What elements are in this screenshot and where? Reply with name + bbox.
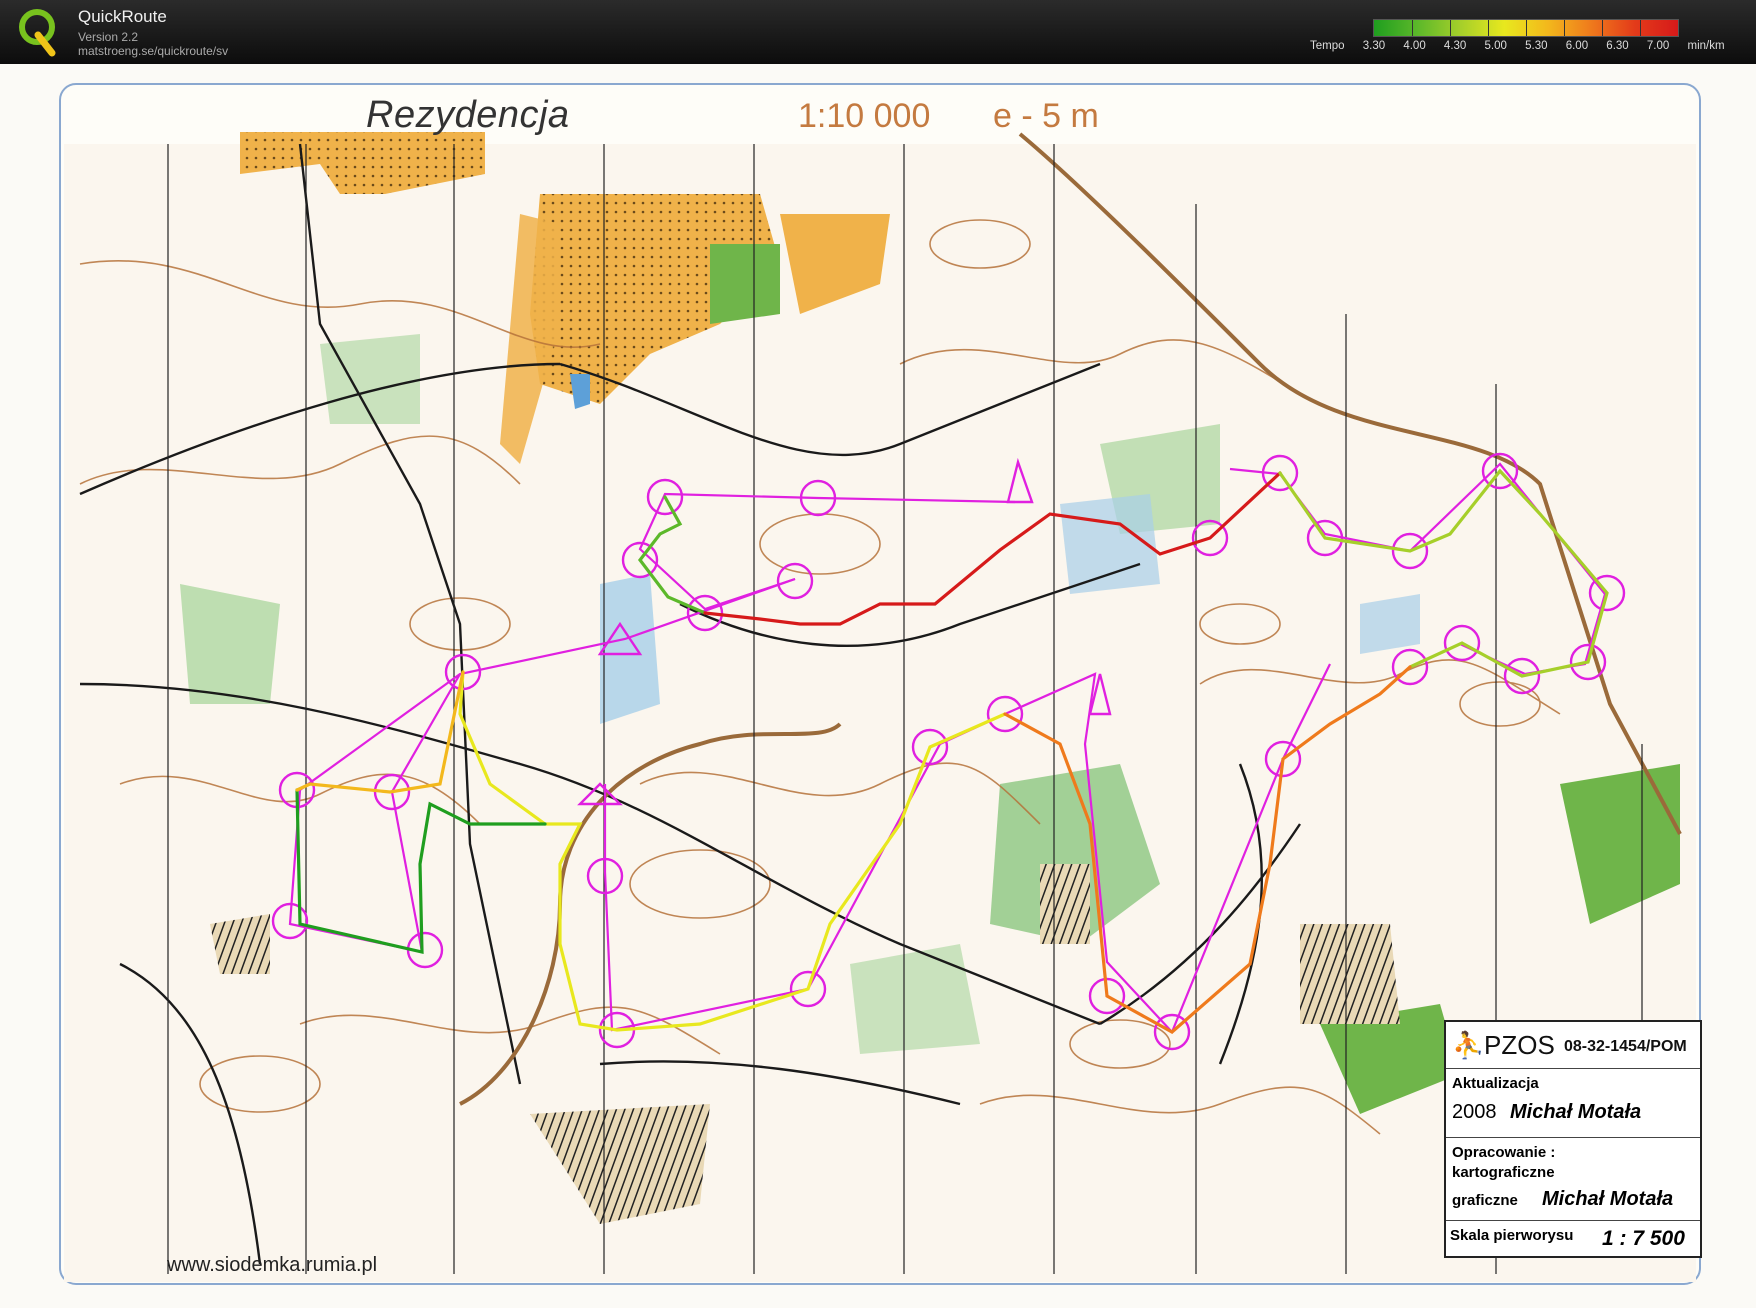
app-version: Version 2.2 [78, 30, 139, 44]
pace-scale-divider [1640, 20, 1641, 36]
update-author: Michał Motała [1510, 1101, 1642, 1123]
app-subtitle: Version 2.2 matstroeng.se/quickroute/sv [78, 30, 228, 58]
update-year: 2008 [1452, 1101, 1497, 1123]
marsh [600, 574, 660, 724]
update-row: Aktualizacja 2008 Michał Motała [1446, 1069, 1700, 1138]
org-code: 08-32-1454/POM [1564, 1038, 1687, 1055]
prep-label-3: graficzne [1452, 1192, 1518, 1209]
pace-tick: 7.00 [1646, 40, 1670, 52]
orig-scale-value: 1 : 7 500 [1602, 1227, 1685, 1250]
prep-label: Opracowanie : [1452, 1144, 1556, 1161]
pace-scale-divider [1526, 20, 1527, 36]
pace-legend-labels: Tempo 3.30 4.00 4.30 5.00 5.30 6.00 6.30… [1310, 40, 1740, 52]
prep-author: Michał Motała [1542, 1188, 1674, 1210]
quickroute-logo-icon [19, 9, 56, 57]
orienteering-map[interactable]: Rezydencja 1:10 000 e - 5 m www.siodemka… [0, 64, 1756, 1308]
map-website: www.siodemka.rumia.pl [167, 1254, 378, 1276]
pace-tick: 5.00 [1484, 40, 1507, 52]
pace-color-scale [1373, 19, 1679, 37]
app-name: QuickRoute [78, 7, 167, 26]
update-label: Aktualizacja [1452, 1075, 1539, 1092]
app-url: matstroeng.se/quickroute/sv [78, 44, 229, 58]
pace-scale-divider [1488, 20, 1489, 36]
vegetation [710, 244, 780, 324]
pace-tick: 4.00 [1403, 40, 1426, 52]
preparation-row: Opracowanie : kartograficzne graficzne M… [1446, 1138, 1700, 1221]
runner-logo-icon: ⛹ [1452, 1030, 1485, 1060]
vegetation [180, 584, 280, 704]
pace-tick: 6.00 [1565, 40, 1589, 52]
pace-tick: 6.30 [1606, 40, 1629, 52]
pace-tick: 4.30 [1443, 40, 1467, 52]
pace-tick: 5.30 [1525, 40, 1548, 52]
marsh [1360, 594, 1420, 654]
map-equidistance: e - 5 m [993, 97, 1099, 135]
pzos-row: ⛹ PZOS 08-32-1454/POM [1446, 1022, 1700, 1069]
out-of-bounds [1040, 864, 1090, 944]
pace-scale-divider [1564, 20, 1565, 36]
vegetation [320, 334, 420, 424]
vegetation [850, 944, 980, 1054]
pace-legend-title: Tempo [1310, 40, 1345, 52]
orig-scale-label: Skala pierworysu [1450, 1227, 1574, 1244]
pace-scale-divider [1450, 20, 1451, 36]
pace-tick: 3.30 [1362, 40, 1386, 52]
pace-scale-divider [1602, 20, 1603, 36]
out-of-bounds [1300, 924, 1400, 1024]
app-header: QuickRoute Version 2.2 matstroeng.se/qui… [0, 0, 1756, 64]
org-name: PZOS [1484, 1030, 1555, 1060]
map-scale: 1:10 000 [798, 97, 931, 135]
map-info-box: ⛹ PZOS 08-32-1454/POM Aktualizacja 2008 … [1444, 1020, 1702, 1258]
prep-label-2: kartograficzne [1452, 1164, 1555, 1181]
original-scale-row: Skala pierworysu 1 : 7 500 [1446, 1221, 1700, 1257]
pace-scale-divider [1412, 20, 1413, 36]
map-title: Rezydencja [366, 94, 570, 136]
out-of-bounds [210, 914, 270, 974]
pace-unit: min/km [1687, 40, 1725, 52]
